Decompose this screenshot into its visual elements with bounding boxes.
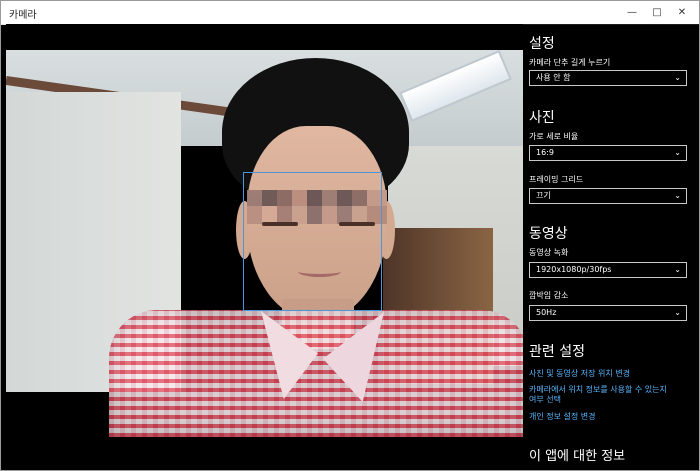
- camera-hold-value: 사용 안 함: [536, 73, 571, 82]
- photo-heading: 사진: [529, 110, 555, 126]
- viewer-top-bar: [6, 24, 523, 50]
- chevron-down-icon: ⌄: [674, 265, 681, 274]
- framing-grid-value: 끄기: [536, 191, 551, 200]
- checked-shirt: [109, 310, 523, 437]
- flicker-reduction-select[interactable]: 50Hz ⌄: [529, 305, 687, 321]
- settings-heading: 설정: [529, 36, 555, 52]
- chevron-down-icon: ⌄: [674, 148, 681, 157]
- aspect-ratio-select[interactable]: 16:9 ⌄: [529, 145, 687, 161]
- flicker-reduction-value: 50Hz: [536, 308, 557, 317]
- camera-hold-label: 카메라 단추 길게 누르기: [529, 58, 611, 67]
- close-icon[interactable]: ✕: [669, 1, 695, 24]
- location-permission-line-1: 카메라에서 위치 정보를 사용할 수 있는지: [529, 385, 667, 394]
- chevron-down-icon: ⌄: [674, 73, 681, 82]
- maximize-icon[interactable]: □: [644, 1, 670, 24]
- camera-hold-select[interactable]: 사용 안 함 ⌄: [529, 70, 687, 86]
- privacy-settings-link[interactable]: 개인 정보 설정 변경: [529, 412, 596, 422]
- viewer-bottom-bar: [6, 437, 523, 469]
- framing-grid-select[interactable]: 끄기 ⌄: [529, 188, 687, 204]
- related-settings-heading: 관련 설정: [529, 344, 585, 360]
- aspect-ratio-label: 가로 세로 비율: [529, 132, 579, 141]
- location-permission-link[interactable]: 카메라에서 위치 정보를 사용할 수 있는지 여부 선택: [529, 385, 667, 405]
- video-recording-select[interactable]: 1920x1080p/30fps ⌄: [529, 262, 687, 278]
- video-heading: 동영상: [529, 226, 568, 242]
- face-detection-box: [243, 172, 382, 311]
- chevron-down-icon: ⌄: [674, 308, 681, 317]
- title-bar: 카메라 — □ ✕: [1, 1, 699, 25]
- aspect-ratio-value: 16:9: [536, 148, 554, 157]
- video-recording-value: 1920x1080p/30fps: [536, 265, 612, 274]
- camera-window: 카메라 — □ ✕ 설정 카메라 단추 길게 누르기 사용 안 함 ⌄ 사진 가…: [0, 0, 700, 471]
- about-app-link[interactable]: 이 앱에 대한 정보: [529, 445, 625, 464]
- window-title: 카메라: [9, 10, 37, 21]
- camera-preview: [6, 50, 523, 437]
- flicker-reduction-label: 깜박임 감소: [529, 291, 569, 300]
- chevron-down-icon: ⌄: [674, 191, 681, 200]
- settings-panel: 설정 카메라 단추 길게 누르기 사용 안 함 ⌄ 사진 가로 세로 비율 16…: [523, 24, 699, 470]
- framing-grid-label: 프레이밍 그리드: [529, 175, 584, 184]
- photos-location-link[interactable]: 사진 및 동영상 저장 위치 변경: [529, 369, 630, 379]
- minimize-icon[interactable]: —: [619, 1, 645, 24]
- video-recording-label: 동영상 녹화: [529, 248, 569, 257]
- location-permission-line-2: 여부 선택: [529, 395, 561, 404]
